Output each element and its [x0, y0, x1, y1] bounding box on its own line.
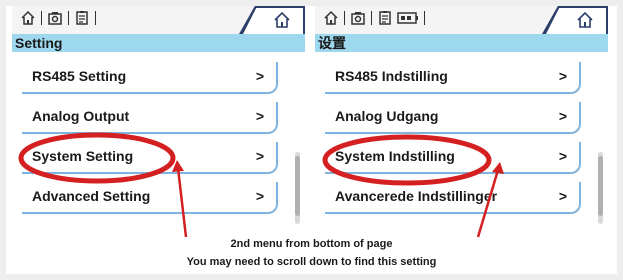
arrowhead	[492, 162, 504, 174]
annotation-line-1: 2nd menu from bottom of page	[230, 238, 393, 250]
pointer-arrow	[176, 167, 188, 238]
highlight-ellipse	[322, 134, 492, 186]
pointer-arrow	[476, 169, 500, 238]
highlight-ellipse	[18, 132, 176, 184]
annotation-line-2: You may need to scroll down to find this…	[186, 256, 437, 268]
